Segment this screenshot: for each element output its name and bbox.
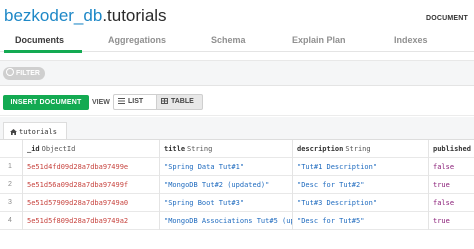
home-icon bbox=[10, 129, 17, 135]
view-list-label: LIST bbox=[128, 98, 144, 105]
tab-explain-plan[interactable]: Explain Plan bbox=[292, 35, 346, 45]
column-header-description[interactable]: description String bbox=[292, 140, 428, 158]
filter-button[interactable]: FILTER bbox=[3, 67, 45, 80]
table-row[interactable]: 3 5e51d57909d28a7dba9749a0 "Spring Boot … bbox=[0, 194, 474, 212]
cell-title[interactable]: "Spring Boot Tut#3" bbox=[159, 194, 292, 212]
cell-id[interactable]: 5e51d57909d28a7dba9749a0 bbox=[22, 194, 159, 212]
view-table-button[interactable]: TABLE bbox=[156, 94, 203, 110]
collection-tab-label: tutorials bbox=[19, 128, 57, 136]
cell-title[interactable]: "Spring Data Tut#1" bbox=[159, 158, 292, 176]
cell-description[interactable]: "Desc for Tut#5" bbox=[292, 212, 428, 230]
documents-toolbar: INSERT DOCUMENT VIEW LIST TABLE bbox=[0, 86, 474, 116]
cell-title[interactable]: "MongoDB Tut#2 (updated)" bbox=[159, 176, 292, 194]
insert-document-button[interactable]: INSERT DOCUMENT bbox=[3, 95, 89, 110]
document-count-label: DOCUMENT bbox=[425, 15, 468, 22]
cell-published[interactable]: false bbox=[428, 158, 474, 176]
collection-breadcrumb-tab[interactable]: tutorials bbox=[3, 122, 67, 140]
filter-input[interactable] bbox=[44, 66, 469, 81]
cell-title[interactable]: "MongoDB Associations Tut#5 (up bbox=[159, 212, 292, 230]
table-header-row: _id ObjectId title String description St… bbox=[0, 140, 474, 158]
cell-published[interactable]: false bbox=[428, 194, 474, 212]
namespace-title: bezkoder_db.tutorials bbox=[4, 6, 167, 26]
list-icon bbox=[118, 98, 125, 104]
collection-name: .tutorials bbox=[102, 6, 167, 25]
filter-icon bbox=[6, 68, 14, 76]
row-number: 1 bbox=[8, 163, 12, 170]
view-list-button[interactable]: LIST bbox=[113, 94, 157, 110]
documents-table: _id ObjectId title String description St… bbox=[0, 139, 474, 249]
active-tab-indicator bbox=[4, 50, 82, 53]
column-header-id[interactable]: _id ObjectId bbox=[22, 140, 159, 158]
cell-published[interactable]: true bbox=[428, 212, 474, 230]
table-icon bbox=[161, 98, 168, 104]
collection-tabs: Documents Aggregations Schema Explain Pl… bbox=[0, 32, 474, 53]
tab-indexes[interactable]: Indexes bbox=[394, 35, 428, 45]
cell-description[interactable]: "Tut#3 Description" bbox=[292, 194, 428, 212]
cell-id[interactable]: 5e51d56a09d28a7dba97499f bbox=[22, 176, 159, 194]
database-name[interactable]: bezkoder_db bbox=[4, 6, 102, 25]
row-number: 4 bbox=[8, 217, 12, 224]
cell-description[interactable]: "Desc for Tut#2" bbox=[292, 176, 428, 194]
column-header-title[interactable]: title String bbox=[159, 140, 292, 158]
table-row[interactable]: 2 5e51d56a09d28a7dba97499f "MongoDB Tut#… bbox=[0, 176, 474, 194]
view-label: VIEW bbox=[92, 99, 110, 106]
row-number-header bbox=[0, 140, 22, 158]
tab-aggregations[interactable]: Aggregations bbox=[108, 35, 166, 45]
filter-bar: FILTER bbox=[0, 60, 474, 86]
view-table-label: TABLE bbox=[171, 98, 194, 105]
tab-documents[interactable]: Documents bbox=[15, 35, 64, 45]
row-number: 2 bbox=[8, 181, 12, 188]
tab-schema[interactable]: Schema bbox=[211, 35, 246, 45]
row-number: 3 bbox=[8, 199, 12, 206]
table-row[interactable]: 1 5e51d4fd09d28a7dba97499e "Spring Data … bbox=[0, 158, 474, 176]
filter-label: FILTER bbox=[16, 70, 40, 77]
collection-header: bezkoder_db.tutorials DOCUMENT Documents… bbox=[0, 0, 474, 53]
cell-id[interactable]: 5e51d5f809d28a7dba9749a2 bbox=[22, 212, 159, 230]
cell-id[interactable]: 5e51d4fd09d28a7dba97499e bbox=[22, 158, 159, 176]
column-header-published[interactable]: published bbox=[428, 140, 474, 158]
table-row[interactable]: 4 5e51d5f809d28a7dba9749a2 "MongoDB Asso… bbox=[0, 212, 474, 230]
cell-description[interactable]: "Tut#1 Description" bbox=[292, 158, 428, 176]
cell-published[interactable]: true bbox=[428, 176, 474, 194]
